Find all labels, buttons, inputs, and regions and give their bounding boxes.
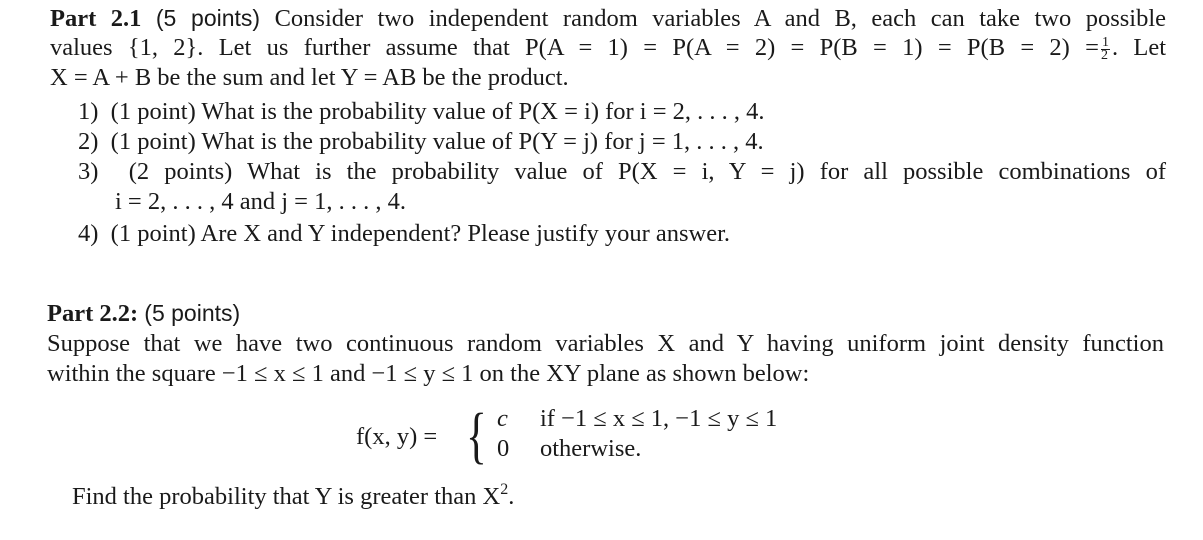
- part2-question-text: Find the probability that Y is greater t…: [72, 483, 501, 510]
- question-number: 1): [78, 98, 99, 125]
- question-3: 3) (2 points) What is the probability va…: [78, 157, 1166, 187]
- part2-title: Part 2.2:: [47, 300, 139, 327]
- part2-line1: Suppose that we have two continuous rand…: [47, 330, 1164, 357]
- question-number: 2): [78, 128, 99, 155]
- exponent: 2: [500, 481, 509, 498]
- question-2: 2) (1 point) What is the probability val…: [78, 127, 764, 157]
- question-number: 4): [78, 220, 99, 247]
- part2-line2: within the square −1 ≤ x ≤ 1 and −1 ≤ y …: [47, 360, 810, 387]
- case1-condition: if −1 ≤ x ≤ 1, −1 ≤ y ≤ 1: [540, 405, 778, 432]
- case2-value: 0: [497, 435, 510, 462]
- part1-intro-line1: Part 2.1 (5 points) Consider two indepen…: [50, 3, 1166, 34]
- question-3-continuation: i = 2, . . . , 4 and j = 1, . . . , 4.: [115, 188, 406, 215]
- part1-intro-line2-end: . Let: [1111, 34, 1167, 61]
- question-1: 1) (1 point) What is the probability val…: [78, 97, 765, 127]
- part2-question: Find the probability that Y is greater t…: [72, 482, 514, 512]
- question-text: (1 point) What is the probability value …: [110, 128, 764, 155]
- part1-intro-text: Consider two independent random variable…: [274, 5, 1167, 32]
- fraction-denominator: 2: [1100, 47, 1108, 63]
- part1-intro-line2: values {1, 2}. Let us further assume tha…: [50, 33, 1166, 63]
- question-number: 3): [78, 158, 99, 185]
- part2-heading: Part 2.2: (5 points): [47, 298, 240, 329]
- half-fraction: 12: [1100, 35, 1110, 63]
- case1-value: c: [497, 405, 508, 432]
- question-4: 4) (1 point) Are X and Y independent? Pl…: [78, 219, 730, 249]
- part1-points: (5 points): [155, 5, 261, 31]
- part2-points: (5 points): [144, 300, 241, 326]
- left-brace: {: [466, 402, 487, 470]
- question-text: (2 points) What is the probability value…: [128, 158, 1166, 185]
- case2-condition: otherwise.: [540, 435, 642, 462]
- part1-title: Part 2.1: [50, 5, 142, 32]
- part2-question-end: .: [508, 483, 515, 510]
- part1-intro-line2-text: values {1, 2}. Let us further assume tha…: [50, 34, 1099, 61]
- question-text: (1 point) What is the probability value …: [110, 98, 765, 125]
- question-text: (1 point) Are X and Y independent? Pleas…: [110, 220, 731, 247]
- equation-lhs: f(x, y) =: [356, 423, 438, 450]
- part1-intro-line3: X = A + B be the sum and let Y = AB be t…: [50, 64, 569, 91]
